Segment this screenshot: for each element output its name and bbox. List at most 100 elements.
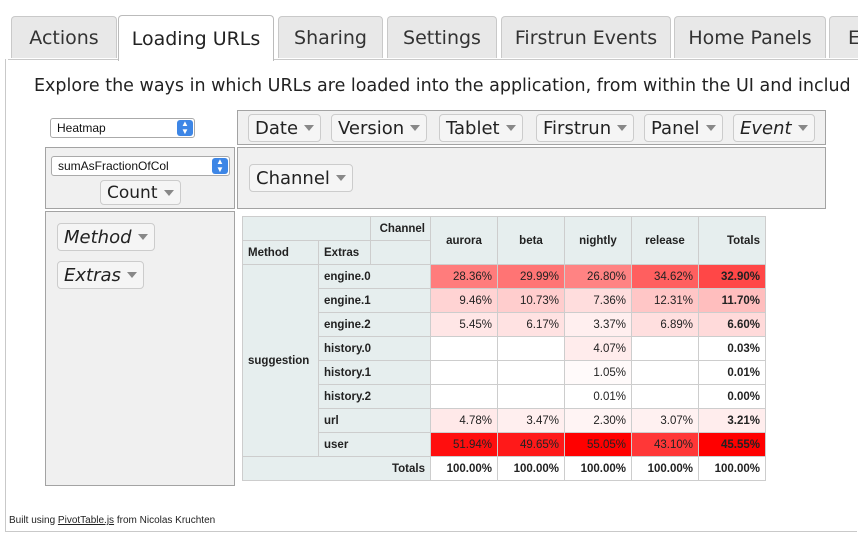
table-corner bbox=[242, 216, 371, 241]
dropdown-triangle-icon[interactable] bbox=[335, 175, 346, 181]
value-cell: 7.36% bbox=[564, 288, 632, 313]
row-total-cell: 45.55% bbox=[698, 432, 766, 457]
tab-overflow[interactable]: E bbox=[829, 16, 858, 58]
table-row: suggestion engine.0 28.36% 29.99% 26.80% 34.6… bbox=[242, 264, 766, 457]
row-total-cell: 0.01% bbox=[698, 360, 766, 385]
dropdown-triangle-icon[interactable] bbox=[705, 125, 716, 131]
attr-date[interactable]: Date bbox=[248, 114, 322, 142]
column-total-cell: 100.00% bbox=[430, 456, 498, 481]
value-cell: 26.80% bbox=[564, 264, 632, 289]
tab-settings[interactable]: Settings bbox=[387, 16, 497, 58]
row-attr-header-method: Method bbox=[242, 240, 319, 265]
row-attributes-area: Method Extras bbox=[45, 211, 235, 486]
column-total-cell: 100.00% bbox=[497, 456, 565, 481]
value-cell bbox=[430, 384, 498, 409]
value-cell: 5.45% bbox=[430, 312, 498, 337]
table-row: url 4.78% 3.47% 2.30% 3.07% 3.21% bbox=[243, 408, 766, 433]
value-cell: 10.73% bbox=[497, 288, 565, 313]
value-cell: 28.36% bbox=[430, 264, 498, 289]
table-row: history.1 1.05% 0.01% bbox=[243, 360, 766, 385]
row-label-extra: engine.1 bbox=[318, 288, 431, 313]
col-header-beta: beta bbox=[497, 216, 565, 265]
row-attr-extras[interactable]: Extras bbox=[57, 261, 144, 289]
value-cell: 6.17% bbox=[497, 312, 565, 337]
dropdown-triangle-icon[interactable] bbox=[126, 272, 137, 278]
attr-version[interactable]: Version bbox=[331, 114, 428, 142]
attr-tablet[interactable]: Tablet bbox=[439, 114, 523, 142]
dropdown-triangle-icon[interactable] bbox=[617, 125, 628, 131]
row-label-extra: engine.2 bbox=[318, 312, 431, 337]
tab-loading-urls[interactable]: Loading URLs bbox=[118, 15, 274, 61]
row-label-extra: url bbox=[318, 408, 431, 433]
aggregator-select[interactable]: sumAsFractionOfCol ▲ ▼ bbox=[51, 156, 230, 176]
select-arrows-icon: ▲ ▼ bbox=[212, 158, 228, 174]
table-row: history.2 0.01% 0.00% bbox=[243, 384, 766, 409]
row-label-extra: history.0 bbox=[318, 336, 431, 361]
row-total-cell: 0.03% bbox=[698, 336, 766, 361]
value-cell bbox=[497, 384, 565, 409]
select-arrows-icon: ▲ ▼ bbox=[177, 120, 193, 136]
aggregator-select-value: sumAsFractionOfCol bbox=[58, 159, 169, 173]
header-spacer bbox=[370, 240, 431, 265]
col-attr-channel[interactable]: Channel bbox=[249, 164, 353, 192]
value-cell bbox=[430, 360, 498, 385]
value-cell: 3.37% bbox=[564, 312, 632, 337]
col-header-release: release bbox=[631, 216, 699, 265]
row-total-cell: 0.00% bbox=[698, 384, 766, 409]
totals-row-label: Totals bbox=[242, 456, 431, 481]
tab-actions[interactable]: Actions bbox=[11, 16, 117, 58]
row-attr-header-extras: Extras bbox=[318, 240, 371, 265]
pivot-table: Channel aurora beta nightly release Tota… bbox=[242, 216, 766, 481]
row-label-extra: history.1 bbox=[318, 360, 431, 385]
value-cell bbox=[497, 336, 565, 361]
renderer-select[interactable]: Heatmap ▲ ▼ bbox=[50, 118, 195, 138]
column-attributes-area: Channel bbox=[237, 147, 826, 209]
value-cell bbox=[430, 336, 498, 361]
value-cell: 4.78% bbox=[430, 408, 498, 433]
col-header-totals: Totals bbox=[698, 216, 766, 265]
tab-sharing[interactable]: Sharing bbox=[278, 16, 383, 58]
dropdown-triangle-icon[interactable] bbox=[410, 125, 421, 131]
dropdown-triangle-icon[interactable] bbox=[137, 234, 148, 240]
value-cell: 49.65% bbox=[497, 432, 565, 457]
value-cell: 43.10% bbox=[631, 432, 699, 457]
value-cell bbox=[631, 384, 699, 409]
col-header-nightly: nightly bbox=[564, 216, 632, 265]
value-cell: 55.05% bbox=[564, 432, 632, 457]
value-cell: 29.99% bbox=[497, 264, 565, 289]
value-attr-count[interactable]: Count bbox=[100, 180, 181, 205]
value-cell bbox=[631, 336, 699, 361]
tab-home-panels[interactable]: Home Panels bbox=[674, 16, 826, 58]
col-attr-header: Channel bbox=[370, 216, 431, 241]
value-cell bbox=[497, 360, 565, 385]
renderer-select-value: Heatmap bbox=[57, 121, 106, 135]
aggregator-area: sumAsFractionOfCol ▲ ▼ Count bbox=[45, 147, 235, 209]
page-description: Explore the ways in which URLs are loade… bbox=[34, 76, 851, 96]
attr-panel[interactable]: Panel bbox=[644, 114, 723, 142]
column-total-cell: 100.00% bbox=[631, 456, 699, 481]
dropdown-triangle-icon[interactable] bbox=[163, 189, 174, 196]
value-cell: 1.05% bbox=[564, 360, 632, 385]
tab-bar: Actions Loading URLs Sharing Settings Fi… bbox=[0, 0, 858, 61]
dropdown-triangle-icon[interactable] bbox=[505, 125, 516, 131]
column-total-cell: 100.00% bbox=[698, 456, 766, 481]
value-cell: 12.31% bbox=[631, 288, 699, 313]
totals-row: Totals 100.00% 100.00% 100.00% 100.00% 100.00… bbox=[242, 456, 766, 481]
row-attr-method[interactable]: Method bbox=[57, 223, 155, 251]
attr-event[interactable]: Event bbox=[733, 114, 815, 142]
attr-firstrun[interactable]: Firstrun bbox=[536, 114, 635, 142]
table-row: user 51.94% 49.65% 55.05% 43.10% 45.55% bbox=[243, 432, 766, 457]
row-total-cell: 3.21% bbox=[698, 408, 766, 433]
column-total-cell: 100.00% bbox=[564, 456, 632, 481]
value-cell: 9.46% bbox=[430, 288, 498, 313]
row-total-cell: 32.90% bbox=[698, 264, 766, 289]
row-label-extra: history.2 bbox=[318, 384, 431, 409]
dropdown-triangle-icon[interactable] bbox=[797, 125, 808, 131]
dropdown-triangle-icon[interactable] bbox=[304, 125, 315, 131]
value-cell bbox=[631, 360, 699, 385]
value-cell: 0.01% bbox=[564, 384, 632, 409]
row-total-cell: 11.70% bbox=[698, 288, 766, 313]
pivottable-link[interactable]: PivotTable.js bbox=[58, 515, 114, 526]
tab-firstrun-events[interactable]: Firstrun Events bbox=[501, 16, 671, 58]
row-label-extra: user bbox=[318, 432, 431, 457]
